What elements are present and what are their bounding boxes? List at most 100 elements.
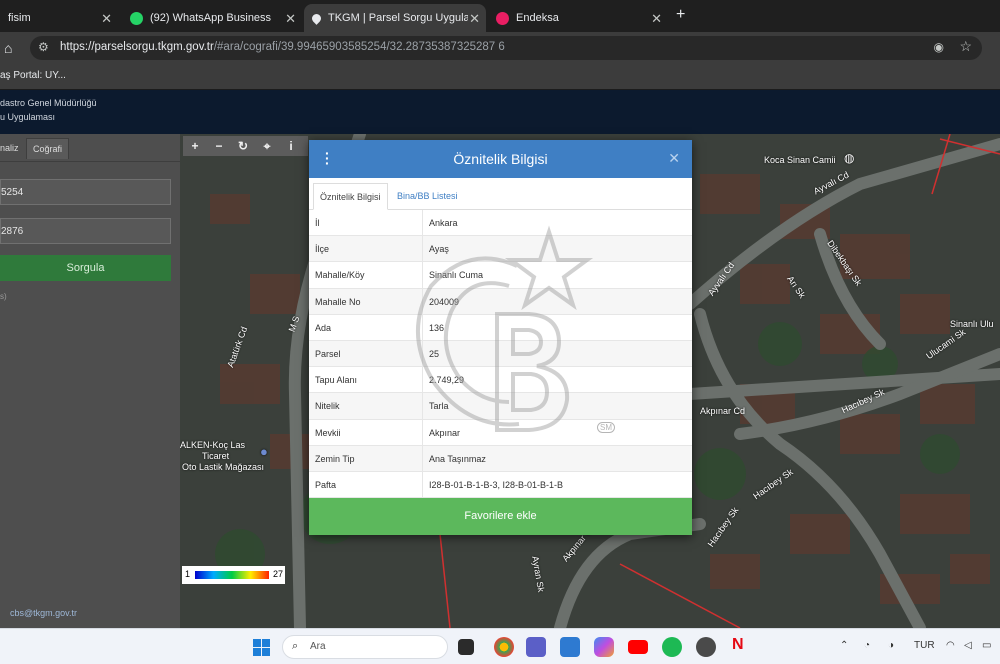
home-icon[interactable]: ⌂ [4,40,12,56]
attr-key: Zemin Tip [315,453,355,464]
tab-close-icon[interactable]: ✕ [651,11,662,27]
tab-endeksa[interactable]: Endeksa ✕ [488,4,668,32]
query-button[interactable]: Sorgula [0,255,171,281]
tab-building-list[interactable]: Bina/BB Listesi [397,191,458,201]
battery-icon[interactable]: ▭ [982,640,991,651]
task-view-icon[interactable] [458,639,474,655]
tray-app-icon[interactable]: ◔ [864,640,870,651]
tab-cografi[interactable]: Coğrafi [26,138,70,159]
contact-email[interactable]: cbs@tkgm.gov.tr [10,608,77,618]
tab-tkgm[interactable]: TKGM | Parsel Sorgu Uygulamas ✕ [304,4,486,32]
wifi-icon[interactable]: ◠ [946,640,955,651]
attr-value: Sinanlı Cuma [429,270,484,281]
youtube-icon[interactable] [628,640,648,654]
zoom-in-button[interactable]: + [183,139,207,153]
attr-key: Mahalle/Köy [315,270,365,281]
attr-value: Akpınar [429,427,461,438]
attribute-table: İl Ankara İlçe Ayaş Mahalle/Köy Sinanlı Cum… [309,210,692,499]
table-row: Pafta I28-B-01-B-1-B-3, I28-B-01-B-1-B [309,471,692,499]
attr-value: I28-B-01-B-1-B-3, I28-B-01-B-1-B [429,479,564,490]
eye-off-icon[interactable]: ◉ [934,40,944,54]
legend-gradient [195,571,269,579]
bookmarks-bar: aş Portal: UY... [0,64,1000,90]
site-settings-icon[interactable]: ⚙ [38,40,54,56]
latitude-input[interactable]: 5254 [0,179,171,205]
attr-key: Parsel [315,348,341,359]
mosque-icon: ◍ [844,151,855,165]
info-button[interactable]: i [279,139,303,153]
taskbar-search[interactable]: ⌕ Ara [282,635,448,659]
netflix-icon[interactable]: N [732,636,746,656]
tab-title: TKGM | Parsel Sorgu Uygulamas [328,12,468,24]
tab-whatsapp[interactable]: (92) WhatsApp Business ✕ [122,4,302,32]
tab-close-icon[interactable]: ✕ [469,11,480,27]
attr-value: Ankara [429,218,458,228]
table-row: Mevkii Akpınar [309,419,692,446]
close-icon[interactable]: ✕ [668,150,680,167]
refresh-button[interactable]: ↻ [231,139,255,153]
attr-key: Pafta [315,479,337,490]
chevron-up-icon[interactable]: ⌃ [840,640,848,651]
table-row: Nitelik Tarla [309,393,692,420]
table-row: Mahalle No 204009 [309,288,692,315]
bookmark-star-icon[interactable]: ☆ [959,38,972,55]
browser-tab-bar: fisim ✕ (92) WhatsApp Business ✕ TKGM | … [0,0,1000,32]
map-label-neighborhood: Sinanlı Ulu [950,319,994,329]
volume-icon[interactable]: ◁ [964,640,972,651]
search-panel-tabs: naliz Coğrafi [0,136,180,162]
attr-key: Ada [315,322,332,333]
whatsapp-icon [130,11,143,25]
attr-key: Nitelik [315,401,340,412]
new-tab-button[interactable]: + [676,6,685,24]
legend-min: 1 [185,569,191,579]
table-row: Ada 136 [309,314,692,341]
language-indicator[interactable]: TUR [914,640,935,651]
map-legend: 1 27 [182,566,285,584]
spotify-icon[interactable] [662,637,682,657]
tray-app-icon[interactable]: ◑ [888,640,894,651]
table-row: İlçe Ayaş [309,236,692,263]
table-row: Parsel 25 [309,340,692,368]
zoom-out-button[interactable]: − [207,139,231,153]
tab-fisim[interactable]: fisim ✕ [0,4,118,32]
attr-key: İlçe [315,244,330,255]
url-path: /#ara/cografi/39.99465903585254/32.28735… [213,41,505,53]
tab-analiz[interactable]: naliz [0,143,19,153]
whatsapp-icon[interactable] [696,637,716,657]
attr-key: İl [315,218,320,228]
endeksa-icon [496,11,509,25]
copilot-icon[interactable] [594,637,614,657]
longitude-input[interactable]: 2876 [0,218,171,244]
tab-close-icon[interactable]: ✕ [285,11,296,27]
search-panel: naliz Coğrafi 5254 2876 Sorgula s) cbs@t… [0,134,180,628]
mail-icon[interactable] [560,637,580,657]
add-favorite-button[interactable]: Favorilere ekle [309,498,692,535]
tab-attribute-info[interactable]: Öznitelik Bilgisi [313,183,388,210]
teams-icon[interactable] [526,637,546,657]
map-toolbar: + − ↻ ⌖ i [183,136,308,156]
attr-key: Tapu Alanı [315,375,358,386]
bookmark-item[interactable]: aş Portal: UY... [0,70,66,81]
search-icon: ⌕ [292,640,299,652]
attribute-info-modal: · · · Öznitelik Bilgisi ✕ Öznitelik Bilgis… [309,140,692,535]
omnibox[interactable]: ⚙ https://parselsorgu.tkgm.gov.tr/#ara/c… [30,36,982,60]
attr-key: Mevkii [315,427,341,438]
attr-key: Mahalle No [315,296,361,307]
modal-tabs: Öznitelik Bilgisi Bina/BB Listesi [309,178,692,210]
attr-value: 136 [429,322,445,333]
chrome-icon[interactable] [494,637,514,657]
windows-start-icon[interactable] [253,639,270,656]
shop-icon: ● [260,444,268,459]
search-label: Ara [310,641,326,652]
attr-value: Tarla [429,401,449,412]
legend-max: 27 [272,569,283,579]
map-label-street: Akpınar Cd [700,406,746,416]
address-bar: ⌂ ⚙ https://parselsorgu.tkgm.gov.tr/#ara… [0,32,1000,64]
map-label-mosque: Koca Sinan Camii [764,155,836,165]
tab-title: (92) WhatsApp Business [150,12,272,24]
attr-value: Ayaş [429,244,449,255]
map-label-poi: Ticaret [202,451,230,461]
tab-close-icon[interactable]: ✕ [101,11,112,27]
url-text[interactable]: https://parselsorgu.tkgm.gov.tr/#ara/cog… [60,41,505,53]
locate-button[interactable]: ⌖ [255,139,279,154]
